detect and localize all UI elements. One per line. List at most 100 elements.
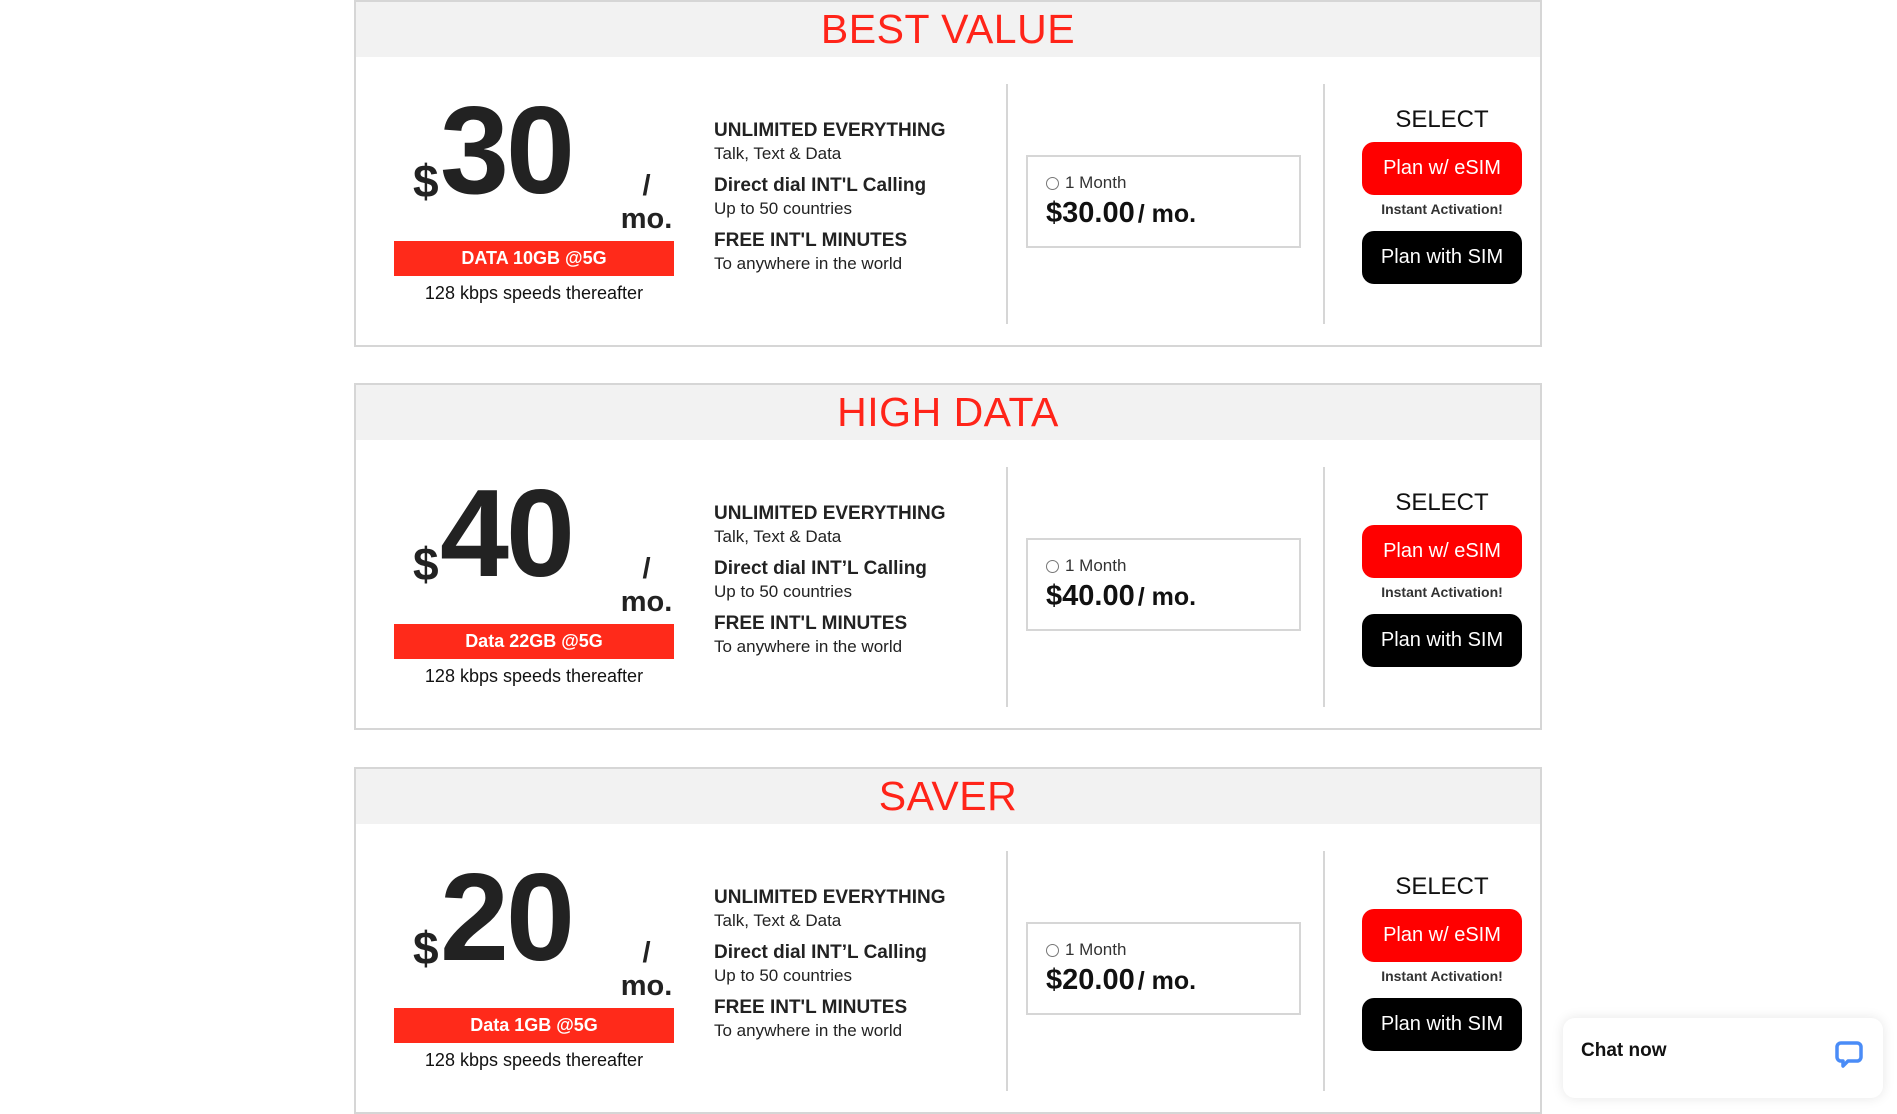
feature-item: Direct dial INT’L Calling Up to 50 count… [714,557,984,603]
feature-item: UNLIMITED EVERYTHING Talk, Text & Data [714,119,984,165]
feature-title: Direct dial INT’L Calling [714,942,927,963]
feature-subtitle: Up to 50 countries [714,199,852,218]
plan-sim-button[interactable]: Plan with SIM [1362,998,1522,1051]
data-allowance-badge: DATA 10GB @5G [394,241,674,276]
feature-title: FREE INT'L MINUTES [714,613,908,634]
feature-item: Direct dial INT'L Calling Up to 50 count… [714,174,984,220]
feature-item: FREE INT'L MINUTES To anywhere in the wo… [714,229,984,275]
feature-title: Direct dial INT’L Calling [714,558,927,579]
term-price: $40.00/ mo. [1046,580,1196,613]
price-block: $ 30 / mo. DATA 10GB @5G 128 kbps speeds… [392,82,674,303]
speed-note: 128 kbps speeds thereafter [424,283,644,303]
column-divider [1323,84,1325,324]
term-option-1-month[interactable]: 1 Month $40.00/ mo. [1026,538,1301,631]
feature-subtitle: Talk, Text & Data [714,144,842,163]
feature-subtitle: Up to 50 countries [714,966,852,985]
term-option-1-month[interactable]: 1 Month $30.00/ mo. [1026,155,1301,248]
feature-subtitle: Talk, Text & Data [714,527,842,546]
price-period: / mo. [620,170,673,235]
chat-bubble-icon[interactable] [1835,1040,1863,1068]
term-option-1-month[interactable]: 1 Month $20.00/ mo. [1026,922,1301,1015]
column-divider [1323,851,1325,1091]
radio-button[interactable] [1046,176,1059,190]
feature-item: UNLIMITED EVERYTHING Talk, Text & Data [714,886,984,932]
select-column: SELECT Plan w/ eSIM Instant Activation! … [1361,873,1523,1051]
chat-now-widget[interactable]: Chat now [1563,1018,1883,1098]
plan-badge: BEST VALUE [356,2,1540,57]
feature-title: FREE INT'L MINUTES [714,997,908,1018]
term-price-value: $40.00 [1046,580,1135,612]
term-label: 1 Month [1065,940,1127,959]
feature-title: UNLIMITED EVERYTHING [714,887,946,908]
instant-activation-note: Instant Activation! [1381,968,1503,984]
term-label: 1 Month [1065,173,1127,192]
plan-badge: SAVER [356,769,1540,824]
column-divider [1323,467,1325,707]
plan-sim-button[interactable]: Plan with SIM [1362,614,1522,667]
price-amount: 40 [440,465,575,603]
chat-now-label: Chat now [1581,1040,1667,1061]
currency-symbol: $ [413,922,439,974]
price-amount: 20 [440,849,575,987]
price-display: $ 40 / mo. [392,465,674,618]
select-column: SELECT Plan w/ eSIM Instant Activation! … [1361,106,1523,284]
term-row: 1 Month [1046,173,1126,193]
feature-list: UNLIMITED EVERYTHING Talk, Text & Data D… [714,502,984,667]
instant-activation-note: Instant Activation! [1381,201,1503,217]
feature-subtitle: To anywhere in the world [714,637,903,656]
plan-esim-button[interactable]: Plan w/ eSIM [1362,525,1522,578]
feature-subtitle: Talk, Text & Data [714,911,842,930]
term-price-value: $30.00 [1046,197,1135,229]
feature-item: FREE INT'L MINUTES To anywhere in the wo… [714,996,984,1042]
speed-note: 128 kbps speeds thereafter [424,1050,644,1070]
plan-sim-button[interactable]: Plan with SIM [1362,231,1522,284]
price-display: $ 20 / mo. [392,849,674,1002]
select-label: SELECT [1395,106,1489,133]
column-divider [1006,851,1008,1091]
speed-note: 128 kbps speeds thereafter [424,666,644,686]
feature-subtitle: Up to 50 countries [714,582,852,601]
feature-title: UNLIMITED EVERYTHING [714,120,946,141]
plan-card-saver: SAVER $ 20 / mo. Data 1GB @5G 128 kbps s… [354,767,1542,1114]
feature-item: FREE INT'L MINUTES To anywhere in the wo… [714,612,984,658]
price-block: $ 40 / mo. Data 22GB @5G 128 kbps speeds… [392,465,674,686]
feature-subtitle: To anywhere in the world [714,254,903,273]
feature-list: UNLIMITED EVERYTHING Talk, Text & Data D… [714,119,984,284]
term-row: 1 Month [1046,556,1126,576]
plan-esim-button[interactable]: Plan w/ eSIM [1362,909,1522,962]
price-period: / mo. [620,937,673,1002]
feature-title: UNLIMITED EVERYTHING [714,503,946,524]
radio-button[interactable] [1046,559,1059,573]
currency-symbol: $ [413,538,439,590]
term-row: 1 Month [1046,940,1126,960]
term-price-period: / mo. [1137,967,1197,995]
column-divider [1006,84,1008,324]
plan-esim-button[interactable]: Plan w/ eSIM [1362,142,1522,195]
term-price: $30.00/ mo. [1046,197,1196,230]
data-allowance-badge: Data 22GB @5G [394,624,674,659]
feature-item: UNLIMITED EVERYTHING Talk, Text & Data [714,502,984,548]
feature-subtitle: To anywhere in the world [714,1021,903,1040]
price-period: / mo. [620,553,673,618]
plan-badge: HIGH DATA [356,385,1540,440]
radio-button[interactable] [1046,943,1059,957]
plan-card-high-data: HIGH DATA $ 40 / mo. Data 22GB @5G 128 k… [354,383,1542,730]
price-amount: 30 [440,82,575,220]
term-price-period: / mo. [1137,200,1197,228]
currency-symbol: $ [413,155,439,207]
feature-list: UNLIMITED EVERYTHING Talk, Text & Data D… [714,886,984,1051]
feature-item: Direct dial INT’L Calling Up to 50 count… [714,941,984,987]
term-label: 1 Month [1065,556,1127,575]
select-label: SELECT [1395,489,1489,516]
term-price-value: $20.00 [1046,964,1135,996]
price-display: $ 30 / mo. [392,82,674,235]
data-allowance-badge: Data 1GB @5G [394,1008,674,1043]
term-price-period: / mo. [1137,583,1197,611]
select-column: SELECT Plan w/ eSIM Instant Activation! … [1361,489,1523,667]
plan-card-best-value: BEST VALUE $ 30 / mo. DATA 10GB @5G 128 … [354,0,1542,347]
feature-title: Direct dial INT'L Calling [714,175,927,196]
column-divider [1006,467,1008,707]
price-block: $ 20 / mo. Data 1GB @5G 128 kbps speeds … [392,849,674,1070]
instant-activation-note: Instant Activation! [1381,584,1503,600]
select-label: SELECT [1395,873,1489,900]
